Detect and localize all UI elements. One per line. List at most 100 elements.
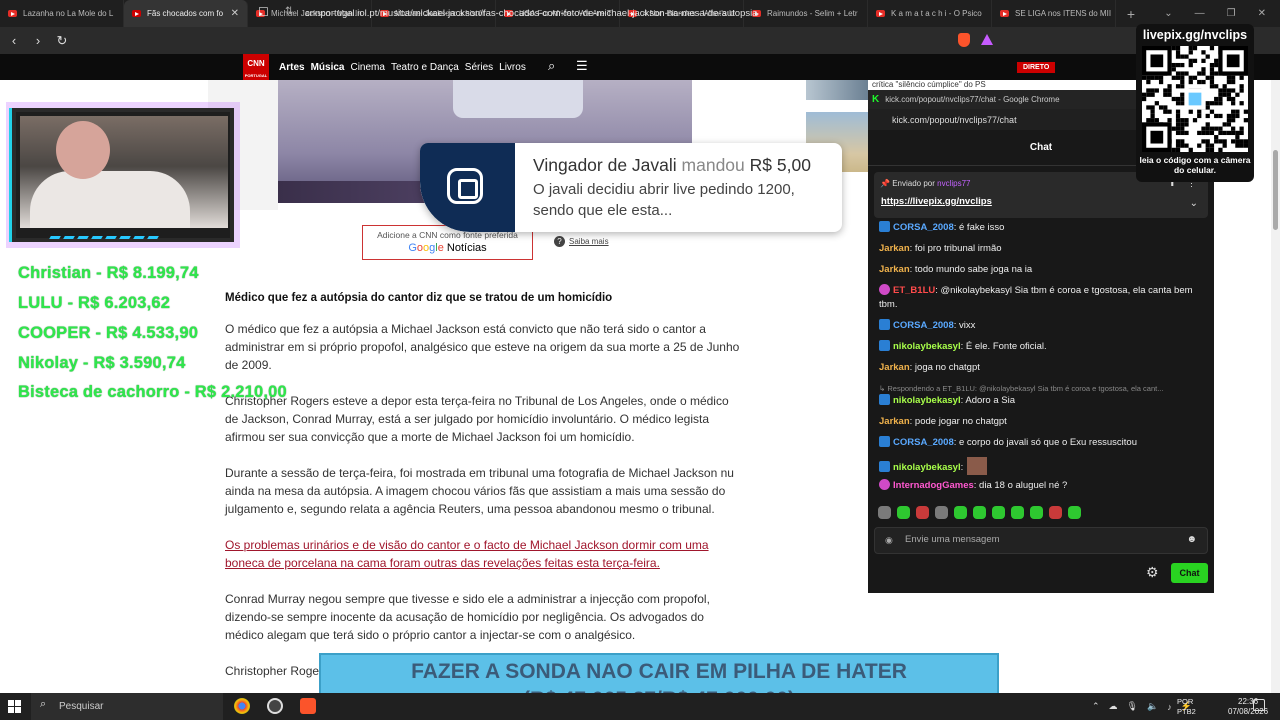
chat-input-box[interactable]: ◉ ☻: [874, 527, 1208, 554]
windows-start-icon[interactable]: [8, 700, 21, 713]
brave-icon[interactable]: [300, 698, 316, 714]
article-paragraph: O médico que fez a autópsia a Michael Ja…: [225, 322, 740, 372]
chat-username[interactable]: nikolaybekasyl: [893, 341, 961, 352]
chat-username[interactable]: Jarkan: [879, 362, 910, 373]
chat-username[interactable]: nikolaybekasyl: [893, 395, 961, 406]
nav-cinema[interactable]: Cinema: [350, 62, 384, 73]
emote-icon[interactable]: [954, 506, 967, 519]
search-icon[interactable]: ⌕: [548, 58, 555, 74]
chat-username[interactable]: Jarkan: [879, 243, 910, 254]
chat-message: CORSA_2008: e corpo do javali só que o E…: [879, 436, 1209, 450]
language-indicator[interactable]: POR PTB2: [1177, 697, 1196, 717]
url-field[interactable]: cnnportugal.iol.pt/musica/mickael-jackso…: [305, 8, 758, 19]
volume-icon[interactable]: ♪: [1167, 702, 1172, 712]
emote-icon[interactable]: [878, 506, 891, 519]
chat-username[interactable]: CORSA_2008: [893, 222, 954, 233]
microphone-icon[interactable]: 🎙: [1127, 701, 1138, 712]
cloud-icon[interactable]: ☁: [1109, 701, 1118, 712]
brave-shield-icon[interactable]: [958, 33, 970, 47]
live-badge[interactable]: DIRETO: [1017, 62, 1056, 73]
reply-hint: ↳ Respondendo a ET_B1LU: @nikolaybekasyl…: [879, 384, 1164, 393]
chat-username[interactable]: InternadogGames: [893, 480, 974, 491]
brave-rewards-icon[interactable]: [981, 34, 993, 45]
site-logo[interactable]: CNN PORTUGAL: [243, 54, 269, 80]
browser-tab-active[interactable]: Fãs chocados com fo ✕: [124, 0, 248, 27]
alert-amount: R$ 5,00: [749, 155, 811, 175]
browser-tab[interactable]: SE LIGA nos ITENS do MII: [992, 0, 1116, 27]
chevron-down-icon[interactable]: ⌄: [1190, 198, 1198, 209]
subscriber-badge-icon: [879, 340, 890, 351]
nav-teatro[interactable]: Teatro e Dança: [391, 62, 459, 73]
emote-icon[interactable]: [1030, 506, 1043, 519]
emote-icon[interactable]: [973, 506, 986, 519]
send-chat-button[interactable]: Chat: [1171, 563, 1208, 583]
browser-tab[interactable]: Lazanha no La Mole do L: [0, 0, 124, 27]
emote-icon[interactable]: [897, 506, 910, 519]
chat-message: Jarkan: todo mundo sabe joga na ia: [879, 263, 1209, 277]
tab-search-icon[interactable]: ⌄: [1164, 8, 1172, 19]
webcam-feed: [20, 116, 228, 228]
alert-message: O javali decidiu abrir live pedindo 1200…: [533, 181, 795, 219]
kick-icon: K: [872, 94, 880, 105]
chat-username[interactable]: ET_B1LU: [893, 285, 935, 296]
scrollbar-thumb[interactable]: [1273, 150, 1278, 230]
chat-message: nikolaybekasyl:: [879, 457, 1209, 475]
emote-icon[interactable]: [1011, 506, 1024, 519]
top-donor: Christian - R$ 8.199,74: [18, 264, 199, 282]
browser-tab[interactable]: K a m a t a c h i - O Psico: [868, 0, 992, 27]
qr-overlay: livepix.gg/nvclips leia o código com a c…: [1136, 24, 1254, 182]
notification-icon[interactable]: [1253, 699, 1265, 711]
site-info-icon[interactable]: ⇅: [285, 6, 293, 17]
chat-text: : é fake isso: [953, 222, 1005, 233]
sidebar-thumbnail[interactable]: [806, 80, 868, 100]
chat-message: CORSA_2008: é fake isso: [879, 221, 1209, 235]
chat-username[interactable]: Jarkan: [879, 264, 910, 275]
chrome-icon[interactable]: [234, 698, 250, 714]
reload-icon[interactable]: ↻: [52, 33, 72, 49]
chat-message-input[interactable]: [905, 534, 1165, 545]
chat-username[interactable]: Jarkan: [879, 416, 910, 427]
browser-tab[interactable]: Raimundos - Selim + Letr: [744, 0, 868, 27]
nav-series[interactable]: Séries: [465, 62, 493, 73]
bookmark-icon[interactable]: ☐: [258, 5, 269, 19]
article-paragraph: Durante a sessão de terça-feira, foi mos…: [225, 466, 734, 516]
back-icon[interactable]: ‹: [4, 33, 24, 48]
close-window-icon[interactable]: ✕: [1258, 8, 1266, 19]
address-bar: ‹ › ↻: [0, 27, 1280, 54]
emote-icon[interactable]: [992, 506, 1005, 519]
chat-username[interactable]: CORSA_2008: [893, 437, 954, 448]
nav-livros[interactable]: Livros: [499, 62, 526, 73]
chat-message: Jarkan: joga no chatgpt: [879, 361, 1209, 375]
emote-icon[interactable]: [916, 506, 929, 519]
chevron-up-icon[interactable]: ⌃: [1092, 701, 1100, 712]
menu-icon[interactable]: ☰: [576, 58, 588, 74]
new-tab-button[interactable]: +: [1116, 0, 1146, 27]
pinned-link[interactable]: https://livepix.gg/nvclips: [881, 196, 992, 207]
emote-icon[interactable]: [1068, 506, 1081, 519]
top-donor: Bisteca de cachorro - R$ 2.210,00: [18, 383, 287, 401]
obs-icon[interactable]: [267, 698, 283, 714]
nav-artes[interactable]: Artes: [279, 62, 305, 73]
speaker-icon[interactable]: 🔈: [1147, 701, 1158, 712]
article-subheading: Médico que fez a autópsia do cantor diz …: [225, 292, 613, 304]
gear-icon[interactable]: ⚙: [1146, 564, 1159, 581]
tab-title: SE LIGA nos ITENS do MII: [1015, 9, 1112, 18]
maximize-icon[interactable]: ❐: [1227, 8, 1236, 19]
learn-more-link[interactable]: ? Saiba mais: [554, 236, 609, 247]
site-navbar: CNN PORTUGAL Artes Música Cinema Teatro e…: [0, 54, 1280, 80]
close-tab-icon[interactable]: ✕: [231, 8, 239, 19]
chat-text: : pode jogar no chatgpt: [909, 416, 1007, 427]
chat-username[interactable]: CORSA_2008: [893, 320, 954, 331]
chat-text: : foi pro tribunal irmão: [909, 243, 1002, 254]
chat-text: : todo mundo sabe joga na ia: [909, 264, 1033, 275]
forward-icon[interactable]: ›: [28, 33, 48, 48]
minimize-icon[interactable]: —: [1195, 8, 1205, 19]
emote-icon[interactable]: [1049, 506, 1062, 519]
sidebar-headline[interactable]: crítica "silêncio cúmplice" do PS: [872, 80, 986, 89]
chat-username[interactable]: nikolaybekasyl: [893, 462, 961, 473]
taskbar-search[interactable]: ⌕ Pesquisar: [31, 693, 223, 720]
emote-icon[interactable]: [935, 506, 948, 519]
article-related-link[interactable]: Os problemas urinários e de visão do can…: [225, 536, 745, 572]
emoji-icon[interactable]: ☻: [1186, 534, 1197, 545]
nav-musica[interactable]: Música: [311, 62, 345, 73]
